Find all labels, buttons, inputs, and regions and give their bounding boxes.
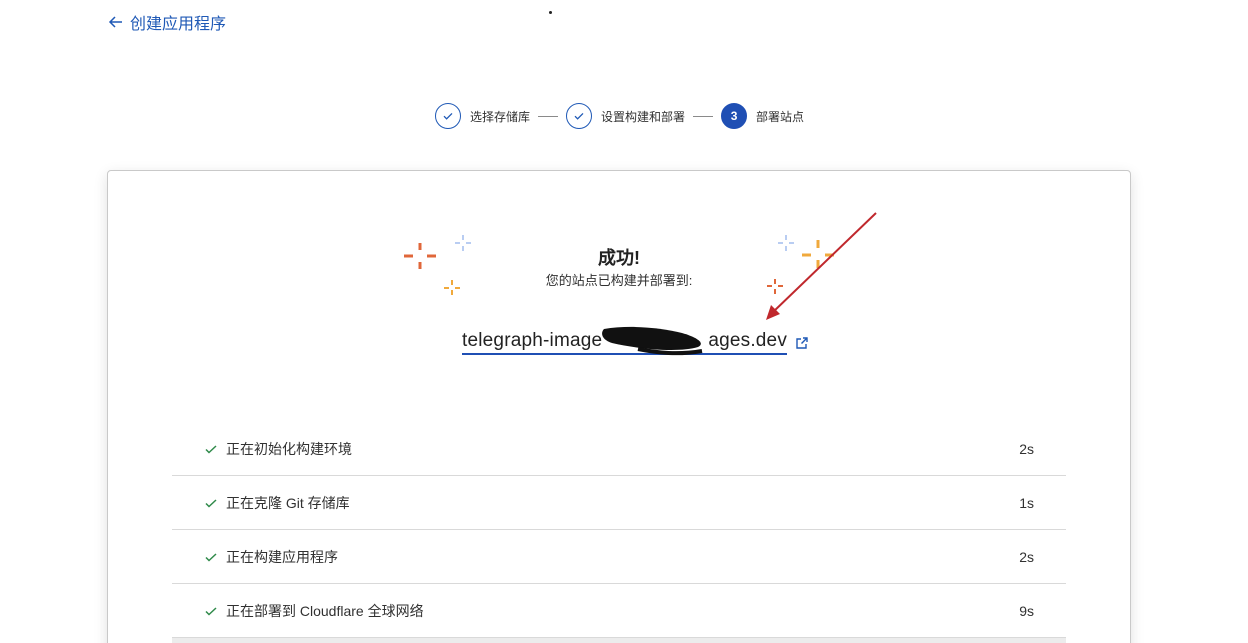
log-row-time: 2s: [1019, 548, 1034, 565]
success-title: 成功!: [598, 248, 640, 268]
arrow-left-icon: [108, 16, 122, 28]
stray-dot: [549, 11, 552, 14]
step-label: 选择存储库: [470, 109, 531, 124]
external-link-icon[interactable]: [795, 336, 809, 350]
deployed-site-url-end: ages.dev: [708, 330, 788, 351]
log-row-label: 正在构建应用程序: [226, 548, 338, 565]
step-label: 部署站点: [756, 109, 805, 124]
check-icon: [205, 498, 217, 508]
step-build-settings[interactable]: 设置构建和部署: [566, 103, 685, 129]
log-row: 正在初始化构建环境 2s: [172, 422, 1066, 476]
log-row-label: 正在克隆 Git 存储库: [226, 494, 350, 511]
stepper: 选择存储库 设置构建和部署 3 部署站点: [435, 103, 804, 129]
step-separator: [693, 115, 714, 117]
step-separator: [538, 115, 559, 117]
step-deploy-site: 3 部署站点: [721, 103, 804, 129]
log-row-time: 9s: [1019, 602, 1034, 619]
deploy-result-card: 成功! 您的站点已构建并部署到: telegraph-image ages.dev…: [107, 170, 1131, 643]
check-icon: [205, 552, 217, 562]
log-row-label: 正在部署到 Cloudflare 全球网络: [226, 602, 424, 619]
step-select-repo[interactable]: 选择存储库: [435, 103, 530, 129]
log-row-time: 2s: [1019, 440, 1034, 457]
back-link[interactable]: 创建应用程序: [108, 10, 226, 34]
step-number: 3: [721, 103, 748, 129]
step-done-check-icon: [435, 103, 461, 129]
step-label: 设置构建和部署: [601, 109, 686, 124]
log-row: 正在构建应用程序 2s: [172, 530, 1066, 584]
back-link-label: 创建应用程序: [130, 16, 227, 33]
check-icon: [205, 606, 217, 616]
log-row: 正在部署到 Cloudflare 全球网络 9s: [172, 584, 1066, 638]
log-row-partial: [172, 638, 1066, 643]
log-row: 正在克隆 Git 存储库 1s: [172, 476, 1066, 530]
log-row-label: 正在初始化构建环境: [226, 440, 352, 457]
log-row-time: 1s: [1019, 494, 1034, 511]
build-log-list: 正在初始化构建环境 2s 正在克隆 Git 存储库 1s 正在构建应用程序 2s…: [172, 422, 1066, 643]
deployed-site-url-start: telegraph-image: [462, 330, 603, 351]
redaction-scribble: [602, 326, 703, 356]
step-done-check-icon: [566, 103, 593, 129]
success-subtitle: 您的站点已构建并部署到:: [545, 273, 693, 288]
check-icon: [205, 444, 217, 454]
